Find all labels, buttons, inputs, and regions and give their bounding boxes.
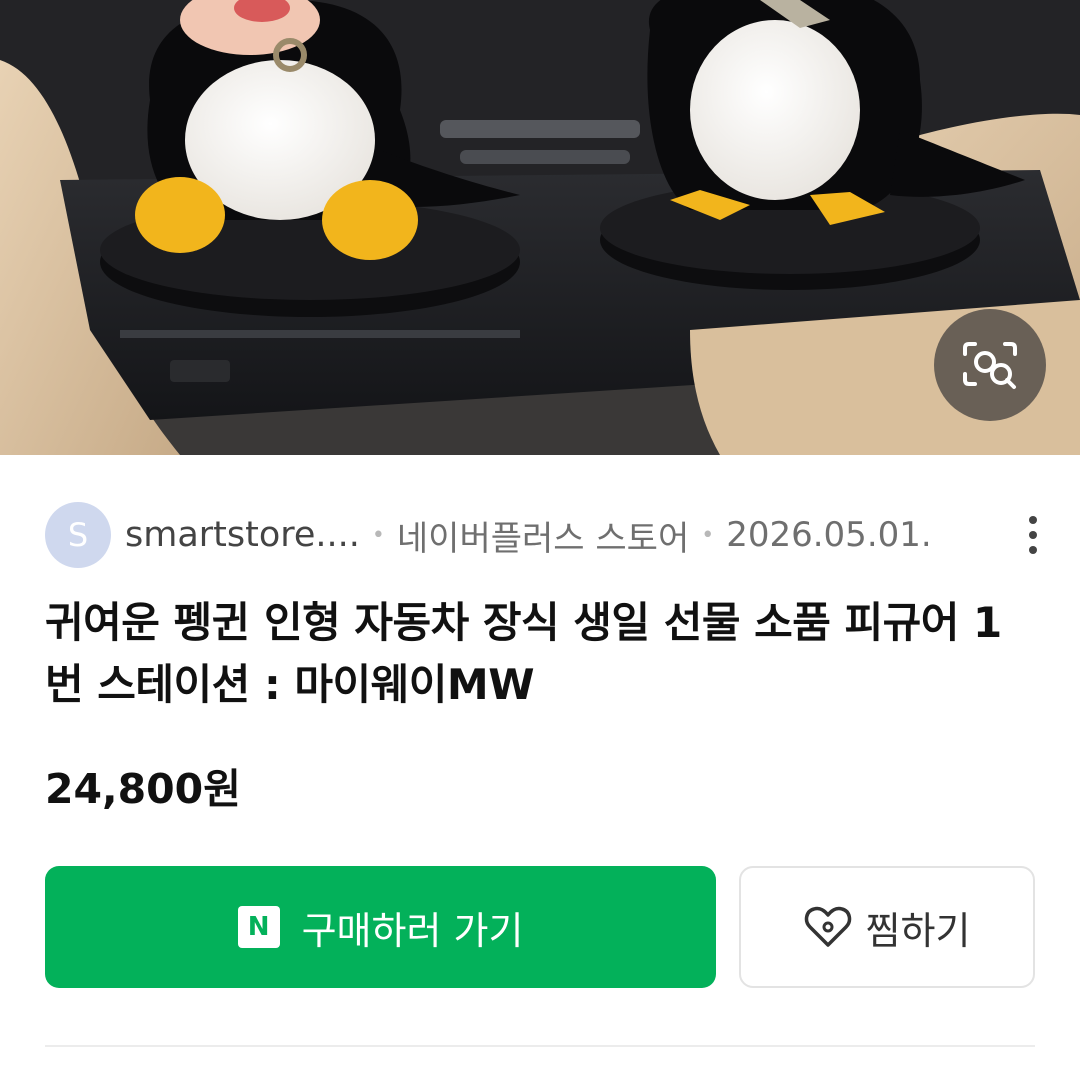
wish-button-label: 찜하기 [865,908,971,953]
image-search-icon [963,342,1017,389]
product-title[interactable]: 귀여운 펭귄 인형 자동차 장식 생일 선물 소품 피규어 1번 스테이션 : … [45,592,1005,716]
image-search-button[interactable] [934,309,1046,421]
buy-button[interactable]: N 구매하러 가기 [45,866,716,988]
more-vertical-icon-dot [1029,546,1037,554]
store-name[interactable]: 네이버플러스 스토어 [397,511,689,560]
more-vertical-icon-dot [1029,531,1037,539]
site-avatar: S [45,502,111,568]
more-vertical-icon [1029,516,1037,524]
separator-dot: • [701,522,715,548]
separator-dot: • [371,522,385,548]
buy-button-label: 구매하러 가기 [301,908,524,953]
heart-tag-icon [804,906,851,947]
wish-button[interactable]: 찜하기 [739,866,1035,988]
site-name[interactable]: smartstore.... [125,515,360,555]
source-row: S smartstore.... • 네이버플러스 스토어 • 2026.05.… [45,502,1045,568]
product-photo-illustration [0,0,1080,455]
more-options-button[interactable] [1013,502,1053,568]
divider [45,1045,1035,1047]
source-info[interactable]: smartstore.... • 네이버플러스 스토어 • 2026.05.01… [125,511,932,560]
product-image[interactable] [0,0,1080,455]
product-price: 24,800원 [45,765,241,813]
naver-pay-icon: N [237,906,280,948]
post-date: 2026.05.01. [726,515,932,555]
